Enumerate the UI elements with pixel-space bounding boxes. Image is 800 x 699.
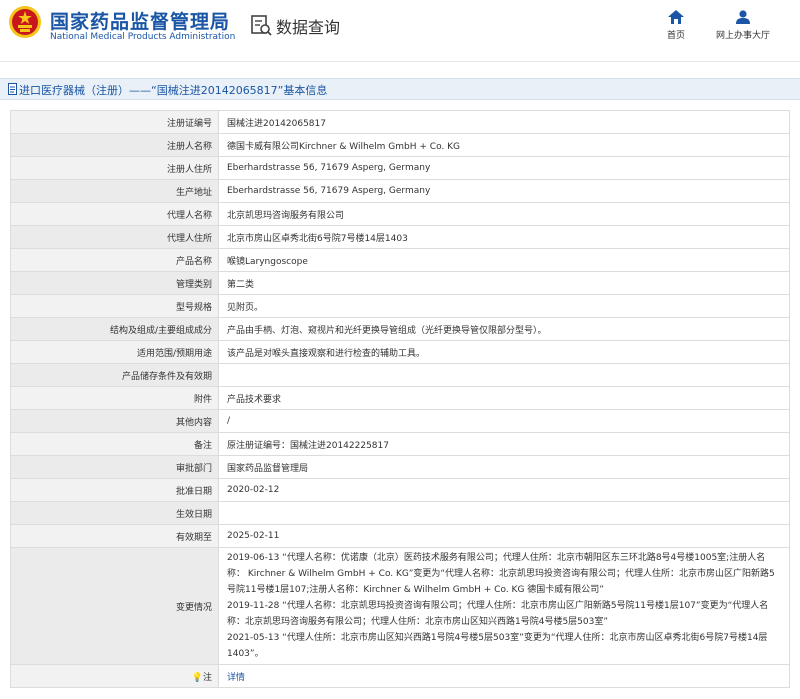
document-icon [8,83,17,95]
row-label: 产品储存条件及有效期 [10,363,219,387]
change-entry: 2019-06-13 “代理人名称：优诺康（北京）医药技术服务有限公司；代理人住… [227,553,775,595]
table-row: 代理人名称 北京凯思玛咨询服务有限公司 [10,202,790,226]
table-row: 产品储存条件及有效期 [10,363,790,387]
change-entry: 2019-11-28 “代理人名称：北京凯思玛投资咨询有限公司；代理人住所：北京… [227,601,769,627]
row-label: 备注 [10,432,219,456]
table-row: 审批部门 国家药品监督管理局 [10,455,790,479]
change-entry: 2021-05-13 “代理人住所：北京市房山区知兴西路1号院4号楼5层503室… [227,633,768,659]
detail-table: 注册证编号 国械注进20142065817 注册人名称 德国卡威有限公司Kirchn… [10,110,790,688]
table-row: 代理人住所 北京市房山区卓秀北街6号院7号楼14层1403 [10,225,790,249]
row-value: Eberhardstrasse 56, 71679 Asperg, German… [218,156,790,180]
row-value: 见附页。 [218,294,790,318]
table-row: 注册证编号 国械注进20142065817 [10,110,790,134]
row-value: 第二类 [218,271,790,295]
row-label: 管理类别 [10,271,219,295]
table-row: 其他内容 / [10,409,790,433]
row-label: 注册人名称 [10,133,219,157]
nav-online-office-label: 网上办事大厅 [715,31,770,41]
table-row-note: 💡注 详情 [10,664,790,688]
row-label: 代理人住所 [10,225,219,249]
site-header: 国家药品监督管理局 National Medical Products Admi… [0,0,800,62]
note-value: 详情 [218,664,790,688]
row-label: 生产地址 [10,179,219,203]
site-name-cn[interactable]: 国家药品监督管理局 [50,7,230,34]
row-label: 批准日期 [10,478,219,502]
row-label: 其他内容 [10,409,219,433]
person-icon [736,10,750,24]
row-label: 审批部门 [10,455,219,479]
row-value: Eberhardstrasse 56, 71679 Asperg, German… [218,179,790,203]
row-label: 代理人名称 [10,202,219,226]
row-label: 型号规格 [10,294,219,318]
table-row: 生产地址 Eberhardstrasse 56, 71679 Asperg, Ge… [10,179,790,203]
details-link[interactable]: 详情 [227,673,245,683]
row-label: 有效期至 [10,524,219,548]
table-row-changes: 变更情况 2019-06-13 “代理人名称：优诺康（北京）医药技术服务有限公司… [10,547,790,665]
row-value: 北京市房山区卓秀北街6号院7号楼14层1403 [218,225,790,249]
table-row: 型号规格 见附页。 [10,294,790,318]
row-label: 生效日期 [10,501,219,525]
note-label-text: 注 [202,672,212,683]
table-row: 备注 原注册证编号：国械注进20142225817 [10,432,790,456]
row-label: 附件 [10,386,219,410]
table-row: 有效期至 2025-02-11 [10,524,790,548]
table-row: 生效日期 [10,501,790,525]
row-value: / [218,409,790,433]
row-value: 产品由手柄、灯泡、窥视片和光纤更换导管组成（光纤更换导管仅限部分型号）。 [218,317,790,341]
row-value: 该产品是对喉头直接观察和进行检查的辅助工具。 [218,340,790,364]
table-row: 管理类别 第二类 [10,271,790,295]
national-emblem-icon [9,6,41,38]
note-icon: 💡 [191,672,203,683]
table-row: 批准日期 2020-02-12 [10,478,790,502]
table-row: 结构及组成/主要组成成分 产品由手柄、灯泡、窥视片和光纤更换导管组成（光纤更换导管… [10,317,790,341]
row-value [218,363,790,387]
row-label: 产品名称 [10,248,219,272]
row-label: 结构及组成/主要组成成分 [10,317,219,341]
nav-home-label: 首页 [666,31,685,41]
nav-online-office[interactable]: 网上办事大厅 [708,10,778,41]
table-row: 注册人住所 Eberhardstrasse 56, 71679 Asperg, G… [10,156,790,180]
row-value: 喉镜Laryngoscope [218,248,790,272]
page-title: 数据查询 [276,18,341,37]
row-value: 2020-02-12 [218,478,790,502]
row-label: 注册证编号 [10,110,219,134]
changes-label: 变更情况 [10,547,219,665]
table-row: 附件 产品技术要求 [10,386,790,410]
data-query-icon [251,15,272,36]
row-value: 北京凯思玛咨询服务有限公司 [218,202,790,226]
table-row: 产品名称 喉镜Laryngoscope [10,248,790,272]
breadcrumb: 进口医疗器械（注册）——“国械注进20142065817”基本信息 [0,78,800,100]
row-value: 原注册证编号：国械注进20142225817 [218,432,790,456]
row-value: 2025-02-11 [218,524,790,548]
table-row: 适用范围/预期用途 该产品是对喉头直接观察和进行检查的辅助工具。 [10,340,790,364]
row-value [218,501,790,525]
row-value: 德国卡威有限公司Kirchner & Wilhelm GmbH + Co. KG [218,133,790,157]
breadcrumb-text: 进口医疗器械（注册）——“国械注进20142065817”基本信息 [19,84,328,97]
nav-home[interactable]: 首页 [641,10,711,41]
row-value: 国械注进20142065817 [218,110,790,134]
changes-value: 2019-06-13 “代理人名称：优诺康（北京）医药技术服务有限公司；代理人住… [218,547,790,665]
site-name-en[interactable]: National Medical Products Administration [50,32,235,42]
home-icon [668,10,684,24]
row-label: 注册人住所 [10,156,219,180]
row-value: 国家药品监督管理局 [218,455,790,479]
note-label: 💡注 [10,664,219,688]
row-label: 适用范围/预期用途 [10,340,219,364]
table-row: 注册人名称 德国卡威有限公司Kirchner & Wilhelm GmbH + C… [10,133,790,157]
row-value: 产品技术要求 [218,386,790,410]
